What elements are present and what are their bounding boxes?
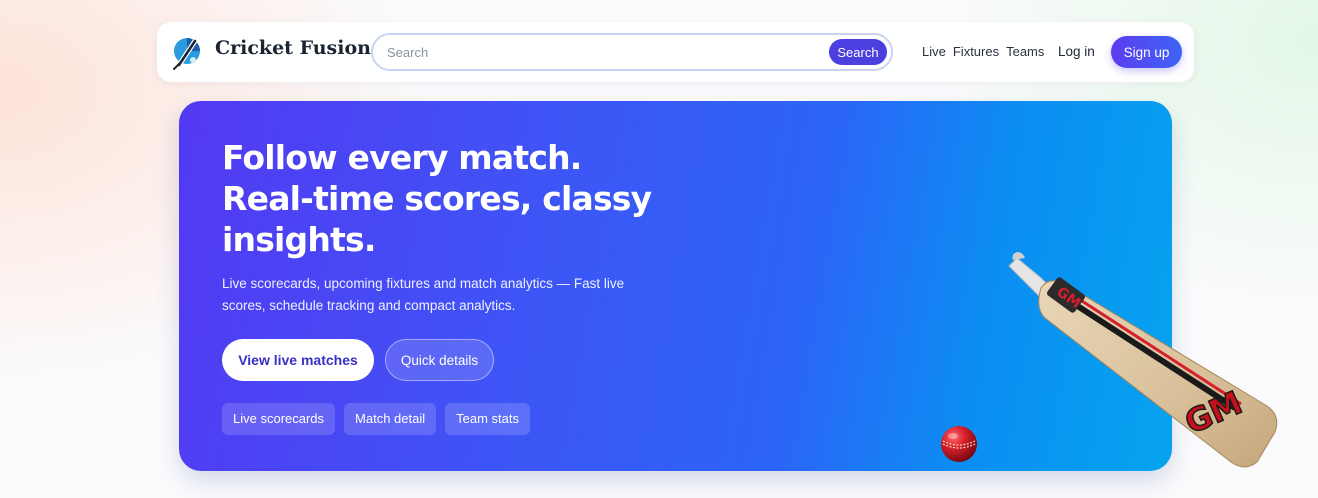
hero-title-line: insights. — [222, 220, 376, 259]
hero-subtitle: Live scorecards, upcoming fixtures and m… — [222, 276, 625, 313]
feature-chips: Live scorecards Match detail Team stats — [222, 403, 530, 435]
cricket-ball-image — [941, 426, 977, 462]
cricket-bat-image: GM GM — [1008, 252, 1278, 468]
nav-link-teams[interactable]: Teams — [1006, 44, 1044, 59]
chip-live-scorecards[interactable]: Live scorecards — [222, 403, 336, 435]
top-navbar: Cricket Fusion Search Live Fixtures Team… — [157, 22, 1194, 82]
view-live-matches-button[interactable]: View live matches — [222, 339, 374, 381]
hero-title-line: Follow every match. — [222, 138, 582, 177]
nav-link-live[interactable]: Live — [922, 44, 946, 59]
login-link[interactable]: Log in — [1058, 44, 1095, 59]
signup-button[interactable]: Sign up — [1111, 36, 1182, 68]
brand-name[interactable]: Cricket Fusion — [215, 37, 371, 59]
search-bar: Search — [371, 33, 893, 71]
hero-title: Follow every match. Real-time scores, cl… — [222, 137, 702, 260]
search-input[interactable] — [387, 35, 817, 69]
main-nav: Live Fixtures Teams — [922, 44, 1044, 59]
quick-details-button[interactable]: Quick details — [385, 339, 494, 381]
cricket-logo-icon[interactable] — [171, 35, 203, 71]
hero-title-line: Real-time scores, classy — [222, 179, 652, 218]
search-button[interactable]: Search — [829, 39, 887, 65]
chip-team-stats[interactable]: Team stats — [445, 403, 530, 435]
chip-match-detail[interactable]: Match detail — [344, 403, 437, 435]
nav-link-fixtures[interactable]: Fixtures — [953, 44, 999, 59]
